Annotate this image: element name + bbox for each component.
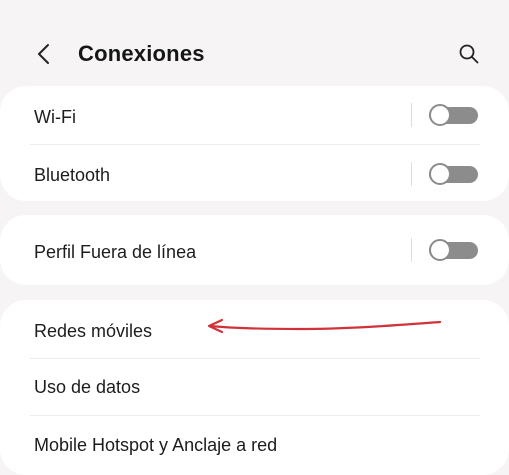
data-usage-label: Uso de datos	[34, 377, 141, 397]
settings-row-airplane-mode[interactable]: Perfil Fuera de línea	[0, 215, 509, 285]
settings-row-bluetooth[interactable]: Bluetooth	[0, 145, 509, 201]
separator	[411, 103, 412, 127]
airplane-mode-label: Perfil Fuera de línea	[34, 242, 197, 262]
search-button[interactable]	[454, 38, 484, 70]
annotation-arrow-icon	[207, 318, 442, 334]
separator	[411, 162, 412, 186]
page-title: Conexiones	[78, 41, 205, 66]
separator	[411, 238, 412, 262]
chevron-left-icon	[38, 44, 49, 64]
settings-row-data-usage[interactable]: Uso de datos	[0, 359, 509, 415]
app-header: Conexiones	[0, 0, 509, 85]
settings-row-hotspot[interactable]: Mobile Hotspot y Anclaje a red	[0, 416, 509, 462]
wifi-label: Wi-Fi	[34, 107, 76, 127]
bluetooth-toggle[interactable]	[429, 163, 478, 185]
back-button[interactable]	[30, 38, 58, 70]
bluetooth-label: Bluetooth	[34, 165, 111, 185]
search-icon	[459, 44, 479, 64]
settings-row-wifi[interactable]: Wi-Fi	[0, 86, 509, 144]
hotspot-label: Mobile Hotspot y Anclaje a red	[34, 435, 278, 455]
wifi-toggle[interactable]	[429, 104, 478, 126]
mobile-networks-label: Redes móviles	[34, 321, 153, 341]
airplane-mode-toggle[interactable]	[429, 239, 478, 261]
